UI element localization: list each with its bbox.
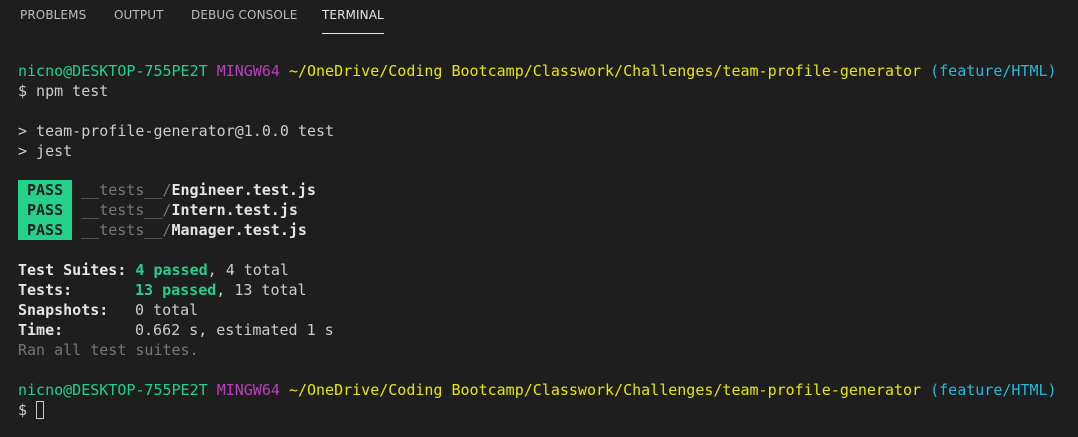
summary-passed: 4 passed <box>135 261 208 279</box>
summary-value: 0.662 s, estimated 1 s <box>135 321 334 339</box>
tab-debug-console[interactable]: DEBUG CONSOLE <box>191 0 297 33</box>
tab-problems[interactable]: PROBLEMS <box>20 0 86 33</box>
summary-snapshots: Snapshots: 0 total <box>18 300 198 320</box>
prompt-line: nicno@DESKTOP-755PE2T MINGW64 ~/OneDrive… <box>18 61 1057 81</box>
text-cursor <box>36 400 45 419</box>
panel-tab-bar: PROBLEMS OUTPUT DEBUG CONSOLE TERMINAL <box>0 0 1078 36</box>
test-file-name: Engineer.test.js <box>171 181 316 199</box>
summary-label: Time: <box>18 321 64 339</box>
terminal-panel: PROBLEMS OUTPUT DEBUG CONSOLE TERMINAL n… <box>0 0 1078 437</box>
test-result-row: PASS __tests__/Intern.test.js <box>18 200 298 220</box>
pass-badge: PASS <box>18 180 73 200</box>
summary-passed: 13 passed <box>135 281 217 299</box>
terminal-output[interactable]: nicno@DESKTOP-755PE2T MINGW64 ~/OneDrive… <box>18 61 1073 431</box>
summary-total: , 4 total <box>207 261 289 279</box>
summary-time: Time: 0.662 s, estimated 1 s <box>18 320 334 340</box>
prompt-line: nicno@DESKTOP-755PE2T MINGW64 ~/OneDrive… <box>18 380 1057 400</box>
summary-total: , 13 total <box>216 281 307 299</box>
summary-label: Snapshots: <box>18 301 109 319</box>
test-file-name: Manager.test.js <box>171 221 307 239</box>
prompt-user-host: nicno@DESKTOP-755PE2T <box>18 381 208 399</box>
command-line: $ npm test <box>18 82 109 100</box>
prompt-env: MINGW64 <box>216 381 280 399</box>
summary-label: Tests: <box>18 281 73 299</box>
prompt-env: MINGW64 <box>216 62 280 80</box>
script-line: > jest <box>18 142 73 160</box>
input-line[interactable]: $ <box>18 400 45 420</box>
prompt-branch: (feature/HTML) <box>930 62 1057 80</box>
test-file-dir: __tests__/ <box>81 221 172 239</box>
test-result-row: PASS __tests__/Engineer.test.js <box>18 180 316 200</box>
test-result-row: PASS __tests__/Manager.test.js <box>18 220 307 240</box>
ran-all-message: Ran all test suites. <box>18 341 199 359</box>
prompt-branch: (feature/HTML) <box>930 381 1057 399</box>
pass-badge: PASS <box>18 200 73 220</box>
prompt-user-host: nicno@DESKTOP-755PE2T <box>18 62 208 80</box>
prompt-path: ~/OneDrive/Coding Bootcamp/Classwork/Cha… <box>288 62 922 80</box>
summary-tests: Tests: 13 passed, 13 total <box>18 280 307 300</box>
test-file-dir: __tests__/ <box>81 201 172 219</box>
summary-label: Test Suites: <box>18 261 127 279</box>
pass-badge: PASS <box>18 220 73 240</box>
tab-terminal[interactable]: TERMINAL <box>322 0 384 34</box>
test-file-name: Intern.test.js <box>171 201 298 219</box>
summary-suites: Test Suites: 4 passed, 4 total <box>18 260 289 280</box>
prompt-path: ~/OneDrive/Coding Bootcamp/Classwork/Cha… <box>288 381 922 399</box>
tab-output[interactable]: OUTPUT <box>114 0 164 33</box>
script-line: > team-profile-generator@1.0.0 test <box>18 122 335 140</box>
summary-value: 0 total <box>135 301 199 319</box>
input-prompt: $ <box>18 401 37 419</box>
test-file-dir: __tests__/ <box>81 181 172 199</box>
